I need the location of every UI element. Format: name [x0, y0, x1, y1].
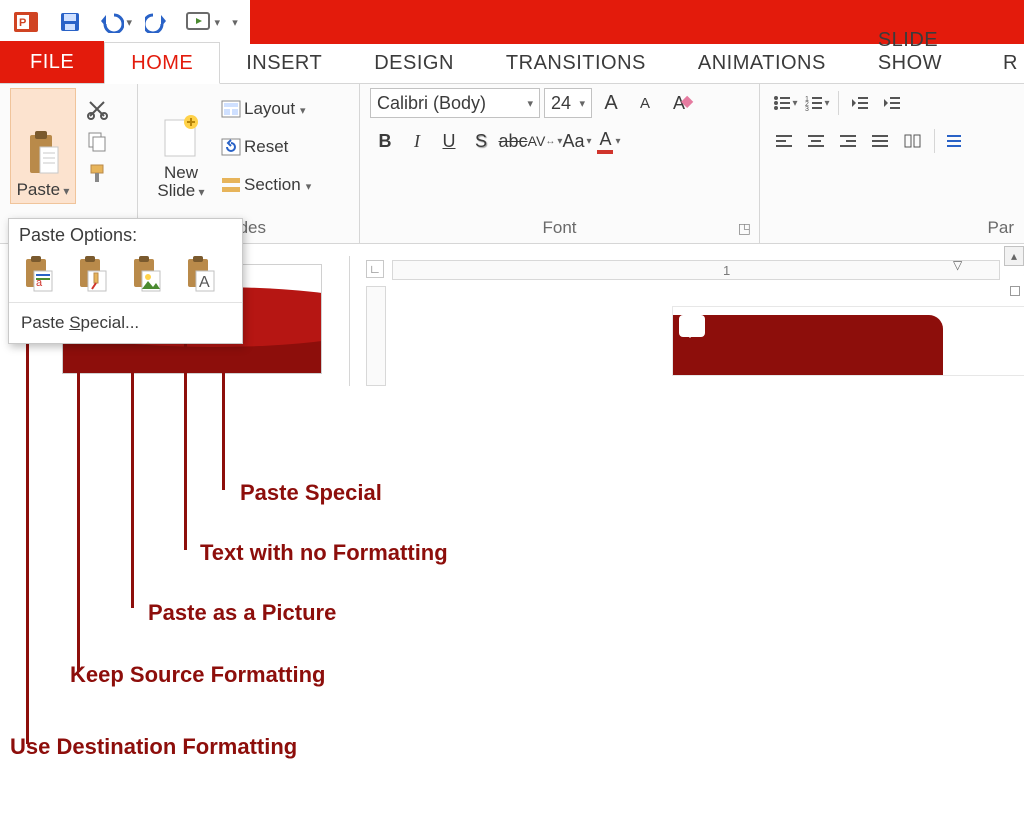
callout-use-destination: Use Destination Formatting	[10, 734, 297, 760]
layout-button[interactable]: Layout	[220, 94, 311, 124]
columns-button[interactable]	[898, 126, 928, 156]
group-label-paragraph: Par	[770, 216, 1014, 241]
scroll-up-button[interactable]: ▴	[1004, 246, 1024, 266]
tab-animations[interactable]: ANIMATIONS	[672, 43, 852, 83]
tab-review-partial[interactable]: R	[977, 43, 1024, 83]
svg-text:A: A	[199, 274, 210, 291]
paste-special-menu-item[interactable]: Paste Special...	[9, 302, 242, 343]
font-color-button[interactable]: A▾	[594, 126, 624, 156]
slide-canvas[interactable]	[672, 306, 1024, 376]
character-spacing-button[interactable]: AV↔▾	[530, 126, 560, 156]
strikethrough-button[interactable]: abc	[498, 126, 528, 156]
bullets-button[interactable]: ▾	[770, 88, 800, 118]
app-icon: P	[8, 4, 44, 40]
tab-slide-show[interactable]: SLIDE SHOW	[852, 20, 977, 83]
italic-button[interactable]: I	[402, 126, 432, 156]
paste-options-menu: Paste Options: a A Paste Special...	[8, 218, 243, 344]
format-painter-button[interactable]	[82, 160, 112, 186]
cut-button[interactable]	[82, 96, 112, 122]
clipboard-icon	[24, 127, 62, 179]
ruler-mark-1: 1	[723, 263, 730, 278]
ribbon-tabs: FILE HOME INSERT DESIGN TRANSITIONS ANIM…	[0, 44, 1024, 84]
underline-button[interactable]: U	[434, 126, 464, 156]
callout-paste-special: Paste Special	[240, 480, 382, 506]
group-font: Calibri (Body) ▾ 24 ▾ A A A◆ B I U S abc A…	[360, 84, 760, 243]
shrink-font-button[interactable]: A	[630, 88, 660, 118]
redo-button[interactable]	[140, 4, 176, 40]
dialog-launcher-icon[interactable]: ◳	[738, 220, 751, 237]
tab-home[interactable]: HOME	[104, 42, 220, 84]
section-button[interactable]: Section	[220, 170, 311, 200]
tab-file[interactable]: FILE	[0, 41, 104, 83]
font-size-combo[interactable]: 24 ▾	[544, 88, 592, 118]
group-paragraph: ▾ 123▾ Par	[760, 84, 1024, 243]
vertical-ruler[interactable]	[366, 286, 386, 386]
justify-button[interactable]	[866, 126, 896, 156]
callout-line-use-destination	[26, 302, 29, 744]
tab-design[interactable]: DESIGN	[348, 43, 480, 83]
quick-access-toolbar: P ▾ ▾ ▾	[0, 0, 250, 44]
new-slide-label: NewSlide	[157, 164, 204, 201]
layout-label: Layout	[244, 99, 295, 119]
callout-keep-source: Keep Source Formatting	[70, 662, 325, 688]
slide-editor-area: ▴ ∟ 1 ▽ 1	[352, 246, 1024, 388]
undo-button[interactable]: ▾	[96, 4, 132, 40]
reset-button[interactable]: Reset	[220, 132, 311, 162]
ruler-indent-marker[interactable]: ▽	[953, 258, 962, 272]
paste-use-destination-theme[interactable]: a	[19, 254, 59, 294]
font-size-value: 24	[551, 93, 571, 114]
change-case-button[interactable]: Aa▾	[562, 126, 592, 156]
callout-text-no-formatting: Text with no Formatting	[200, 540, 448, 566]
paste-label: Paste	[17, 181, 70, 200]
chevron-down-icon[interactable]: ▾	[579, 97, 585, 110]
copy-button[interactable]	[82, 128, 112, 154]
text-shadow-button[interactable]: S	[466, 126, 496, 156]
align-left-button[interactable]	[770, 126, 800, 156]
horizontal-ruler[interactable]: 1 ▽ 1	[392, 260, 1000, 280]
grow-font-button[interactable]: A	[596, 88, 626, 118]
slides-mini-column: Layout Reset Section	[220, 88, 311, 200]
paste-keep-source-formatting[interactable]	[73, 254, 113, 294]
reset-label: Reset	[244, 137, 288, 157]
comment-icon[interactable]	[679, 315, 705, 337]
new-slide-icon	[159, 112, 203, 162]
start-slideshow-button[interactable]: ▾	[184, 4, 220, 40]
line-spacing-button[interactable]	[941, 126, 971, 156]
chevron-down-icon[interactable]: ▾	[527, 97, 533, 110]
align-center-button[interactable]	[802, 126, 832, 156]
save-button[interactable]	[52, 4, 88, 40]
align-right-button[interactable]	[834, 126, 864, 156]
numbering-button[interactable]: 123▾	[802, 88, 832, 118]
object-handle[interactable]	[1010, 286, 1020, 296]
paste-as-picture[interactable]	[127, 254, 167, 294]
paste-button[interactable]: Paste	[10, 88, 76, 204]
clipboard-mini-column	[82, 88, 112, 186]
section-label: Section	[244, 175, 301, 195]
paste-options-header: Paste Options:	[9, 219, 242, 250]
ruler-corner-icon: ∟	[366, 260, 384, 278]
new-slide-button[interactable]: NewSlide	[148, 88, 214, 204]
qat-customize[interactable]: ▾	[228, 4, 242, 40]
decrease-indent-button[interactable]	[845, 88, 875, 118]
svg-text:P: P	[19, 17, 26, 29]
group-label-font: Font◳	[370, 216, 749, 241]
tab-transitions[interactable]: TRANSITIONS	[480, 43, 672, 83]
tab-insert[interactable]: INSERT	[220, 43, 348, 83]
bold-button[interactable]: B	[370, 126, 400, 156]
font-name-value: Calibri (Body)	[377, 93, 486, 114]
callout-paste-as-picture: Paste as a Picture	[148, 600, 336, 626]
svg-text:3: 3	[805, 106, 809, 112]
clear-formatting-button[interactable]: A◆	[664, 88, 694, 118]
increase-indent-button[interactable]	[877, 88, 907, 118]
paste-text-only[interactable]: A	[181, 254, 221, 294]
font-name-combo[interactable]: Calibri (Body) ▾	[370, 88, 540, 118]
